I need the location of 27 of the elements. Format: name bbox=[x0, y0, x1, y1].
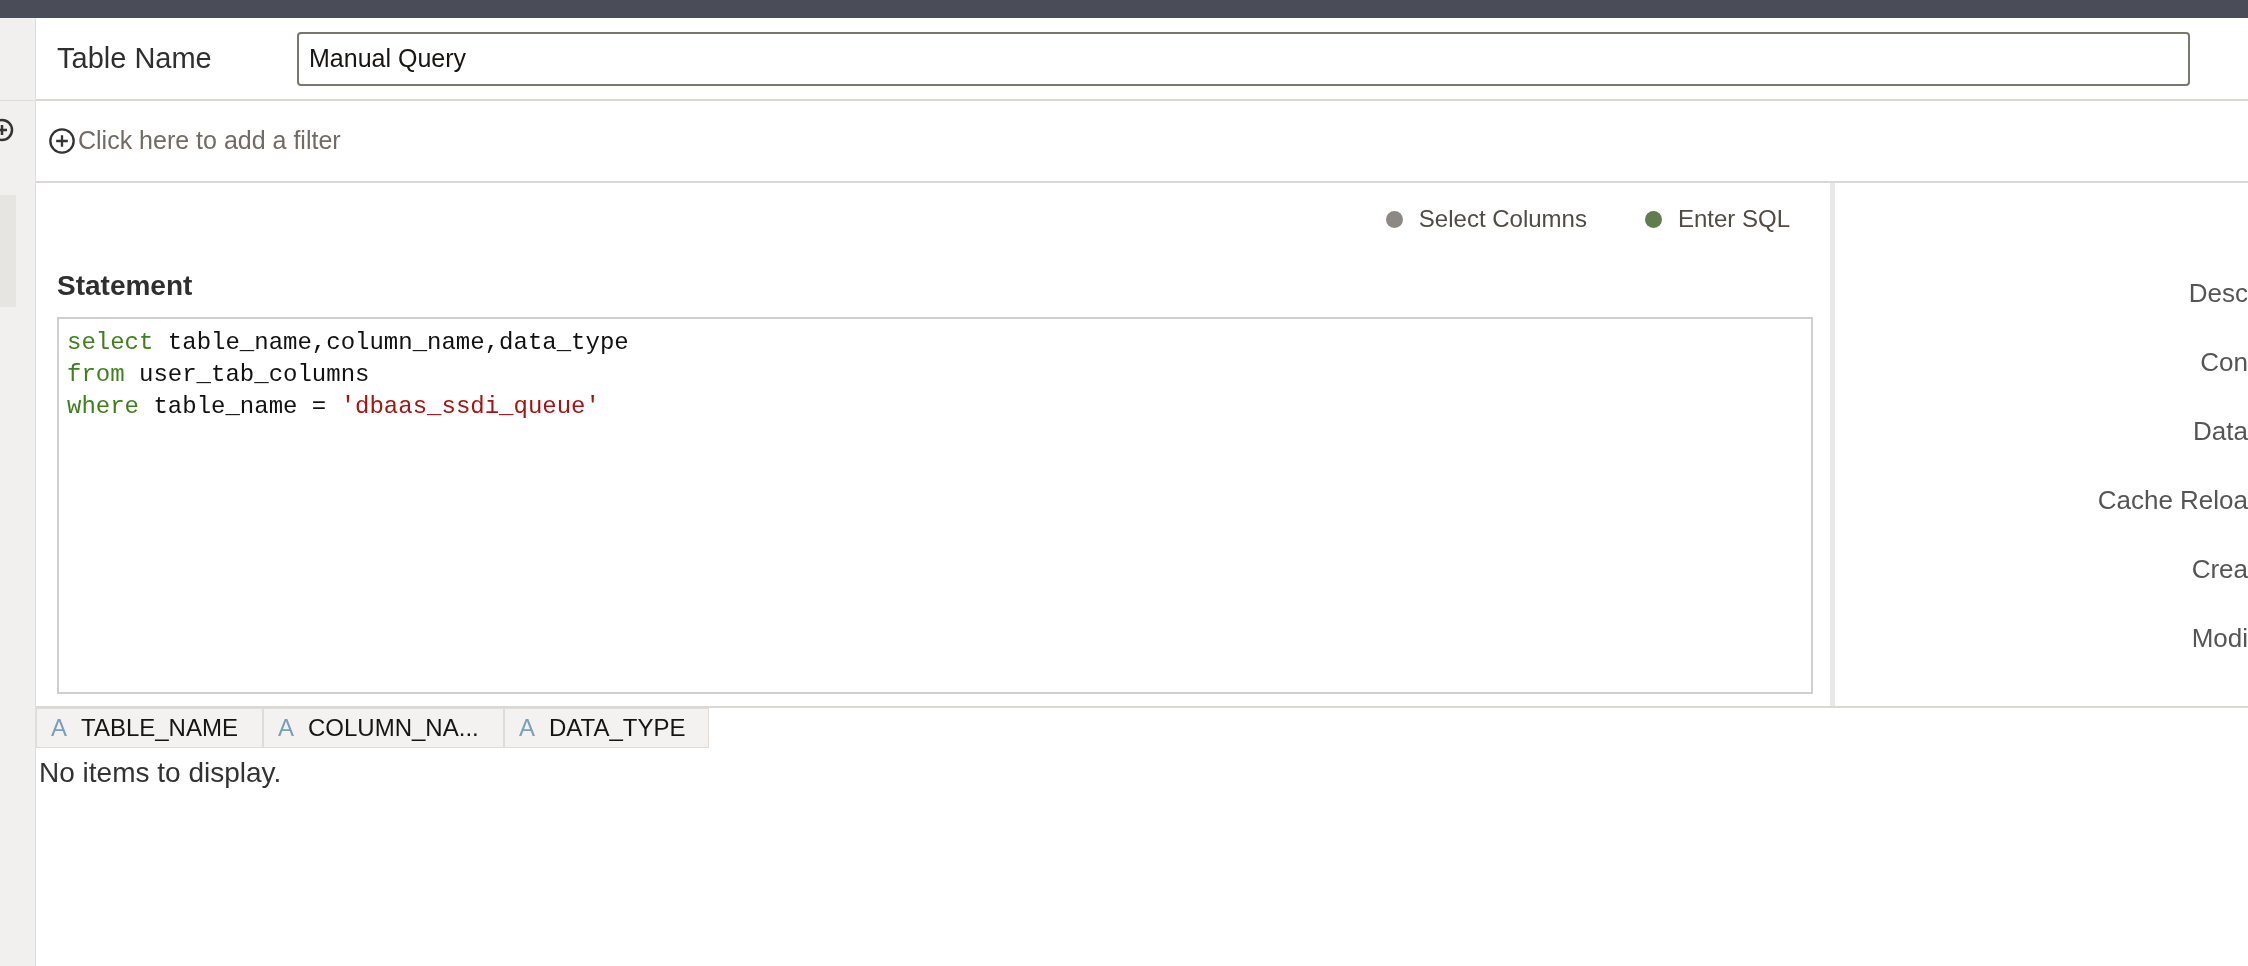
property-label: Modi bbox=[2191, 623, 2248, 653]
property-label: Desc bbox=[2188, 278, 2248, 308]
code-line: where table_name = 'dbaas_ssdi_queue' bbox=[67, 392, 600, 422]
code-line: from user_tab_columns bbox=[67, 360, 370, 390]
table-name-field[interactable]: Manual Query bbox=[297, 31, 2190, 86]
column-header[interactable]: A DATA_TYPE bbox=[504, 708, 709, 748]
code-line: select table_name,column_name,data_type bbox=[67, 328, 629, 358]
column-header[interactable]: A TABLE_NAME bbox=[36, 708, 263, 748]
text-type-icon: A bbox=[51, 710, 67, 746]
mode-radio[interactable]: Enter SQL bbox=[1644, 201, 1790, 237]
text-type-icon: A bbox=[519, 710, 535, 746]
property-label: Data bbox=[2193, 416, 2248, 446]
mode-radio[interactable]: Select Columns bbox=[1385, 201, 1587, 237]
column-title: TABLE_NAME bbox=[81, 713, 238, 743]
property-label: Cache Reloa bbox=[2097, 485, 2248, 515]
column-header[interactable]: A COLUMN_NA... bbox=[263, 708, 504, 748]
property-label: Crea bbox=[2191, 554, 2248, 584]
table-name-label: Table Name bbox=[57, 40, 213, 76]
text-type-icon: A bbox=[278, 710, 294, 746]
column-title: COLUMN_NA... bbox=[308, 713, 479, 743]
sql-editor[interactable]: select table_name,column_name,data_type from user_tab_columns where table_name = 'dbaas_ssdi_queue' bbox=[57, 317, 1813, 694]
empty-message: No items to display. bbox=[39, 756, 283, 790]
statement-heading: Statement bbox=[57, 269, 194, 303]
property-label: Con bbox=[2200, 347, 2248, 377]
add-circle-icon bbox=[48, 127, 76, 155]
column-title: DATA_TYPE bbox=[549, 713, 686, 743]
add-filter-button[interactable]: Click here to add a filter bbox=[48, 122, 341, 160]
